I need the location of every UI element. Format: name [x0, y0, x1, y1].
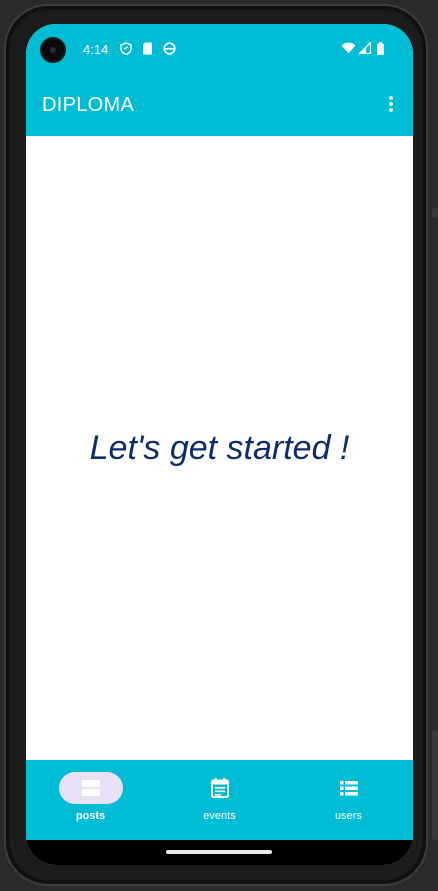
overflow-menu-button[interactable] [379, 92, 403, 116]
nav-item-users[interactable]: users [284, 760, 413, 840]
nav-indicator [317, 772, 381, 804]
battery-icon [377, 42, 384, 55]
more-vert-icon [389, 96, 393, 112]
top-bar: 4:14 DIPLOMA [26, 24, 413, 136]
bottom-navigation: posts events users [26, 760, 413, 840]
sd-card-icon [143, 42, 152, 55]
calendar-icon [210, 778, 229, 798]
side-button [432, 730, 438, 840]
signal-icon [359, 42, 371, 54]
wifi-icon [341, 42, 356, 54]
main-content: Let's get started ! [26, 136, 413, 760]
side-button [432, 208, 438, 218]
nav-item-events[interactable]: events [155, 760, 284, 840]
nav-label-events: events [203, 810, 236, 822]
front-camera-icon [40, 37, 66, 63]
nav-indicator [188, 772, 252, 804]
nav-label-users: users [335, 810, 362, 822]
nav-item-posts[interactable]: posts [26, 760, 155, 840]
nav-label-posts: posts [75, 810, 106, 822]
welcome-headline: Let's get started ! [89, 429, 350, 467]
status-time: 4:14 [83, 42, 109, 57]
android-head-icon [163, 42, 176, 55]
app-title: DIPLOMA [42, 94, 135, 116]
app-screen: 4:14 DIPLOMA Let's get started ! posts e… [26, 24, 413, 865]
home-gesture-handle[interactable] [166, 850, 272, 854]
status-bar: 4:14 [26, 24, 413, 74]
shield-icon [120, 42, 132, 55]
gesture-navigation-area [26, 840, 413, 865]
list-icon [339, 780, 358, 795]
nav-indicator [58, 772, 123, 804]
posts-icon [81, 780, 100, 796]
